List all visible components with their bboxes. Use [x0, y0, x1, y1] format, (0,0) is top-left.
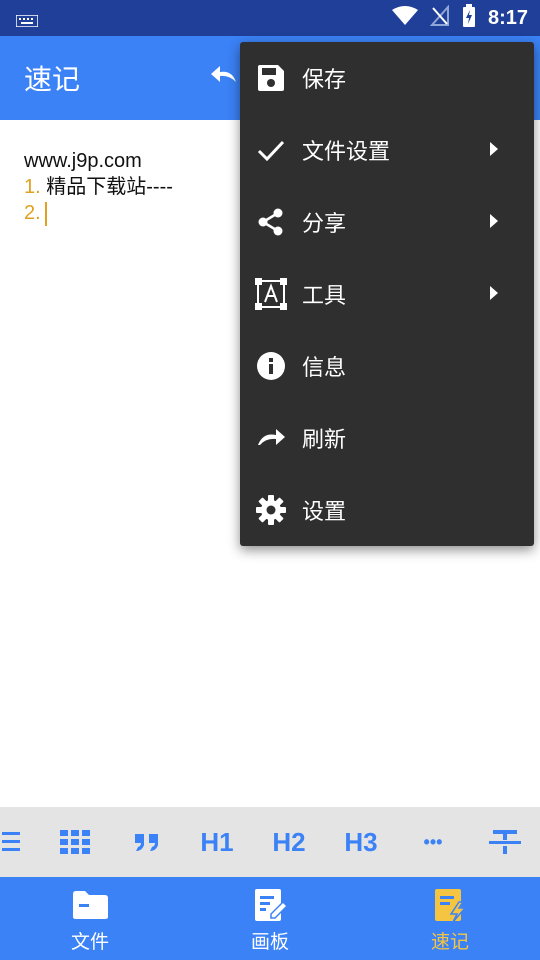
status-time: 8:17	[487, 6, 528, 29]
menu-item-settings[interactable]: 设置	[240, 474, 534, 546]
quick-note-icon	[433, 887, 467, 923]
menu-item-label: 刷新	[302, 428, 347, 453]
list-text-1: 精品下载站----	[40, 176, 173, 198]
text-box-icon	[240, 278, 302, 310]
menu-item-label: 信息	[302, 356, 347, 381]
undo-icon[interactable]	[210, 64, 240, 90]
share-icon	[240, 207, 302, 237]
submenu-arrow-icon	[490, 214, 498, 228]
nav-item-files[interactable]: 文件	[0, 877, 180, 960]
heading-1-button[interactable]: H1	[194, 807, 240, 877]
check-icon	[240, 139, 302, 161]
overflow-menu: 保存 文件设置 分享 工具 信息 刷新 设置	[240, 42, 534, 546]
quote-button[interactable]	[124, 807, 170, 877]
list-number-1: 1.	[24, 176, 41, 198]
table-button[interactable]	[52, 807, 98, 877]
page-title: 速记	[24, 63, 81, 96]
nav-item-quick-note[interactable]: 速记	[360, 877, 540, 960]
bottom-nav: 文件 画板 速记	[0, 877, 540, 960]
format-toolbar: H1 H2 H3 •••	[0, 807, 540, 877]
redo-icon	[240, 427, 302, 449]
save-icon	[240, 63, 302, 93]
menu-item-save[interactable]: 保存	[240, 42, 534, 114]
folder-icon	[71, 887, 109, 923]
no-signal-icon	[429, 4, 450, 31]
nav-label: 速记	[430, 931, 469, 953]
menu-item-label: 设置	[302, 500, 347, 525]
menu-item-label: 分享	[302, 212, 347, 237]
nav-label: 画板	[250, 931, 289, 953]
text-cursor	[44, 201, 47, 226]
list-number-2: 2.	[24, 202, 41, 224]
menu-item-label: 工具	[302, 284, 347, 309]
nav-label: 文件	[70, 931, 109, 953]
gear-icon	[240, 494, 302, 526]
menu-item-share[interactable]: 分享	[240, 186, 534, 258]
list-format-button[interactable]	[0, 807, 22, 877]
strikethrough-icon	[489, 830, 521, 854]
quote-icon	[135, 834, 158, 851]
heading-3-button[interactable]: H3	[338, 807, 384, 877]
status-bar: 8:17	[0, 0, 540, 36]
menu-item-tools[interactable]: 工具	[240, 258, 534, 330]
more-button[interactable]: •••	[410, 807, 456, 877]
menu-item-info[interactable]: 信息	[240, 330, 534, 402]
menu-item-refresh[interactable]: 刷新	[240, 402, 534, 474]
drawing-board-icon	[253, 887, 287, 923]
editor-line-3: 2.	[24, 200, 173, 226]
menu-item-label: 文件设置	[302, 140, 391, 165]
wifi-icon	[391, 6, 418, 30]
list-icon	[2, 832, 20, 851]
menu-item-label: 保存	[302, 68, 347, 93]
info-icon	[240, 351, 302, 381]
submenu-arrow-icon	[490, 286, 498, 300]
submenu-arrow-icon	[490, 142, 498, 156]
heading-2-button[interactable]: H2	[266, 807, 312, 877]
editor-line-2: 1. 精品下载站----	[24, 174, 173, 200]
editor-line-1: www.j9p.com	[24, 150, 142, 172]
note-editor[interactable]: www.j9p.com 1. 精品下载站---- 2.	[24, 148, 173, 226]
battery-charging-icon	[462, 4, 476, 32]
table-icon	[60, 830, 90, 854]
menu-item-file-settings[interactable]: 文件设置	[240, 114, 534, 186]
keyboard-icon	[15, 12, 39, 31]
nav-item-drawing-board[interactable]: 画板	[180, 877, 360, 960]
strikethrough-button[interactable]	[482, 807, 528, 877]
